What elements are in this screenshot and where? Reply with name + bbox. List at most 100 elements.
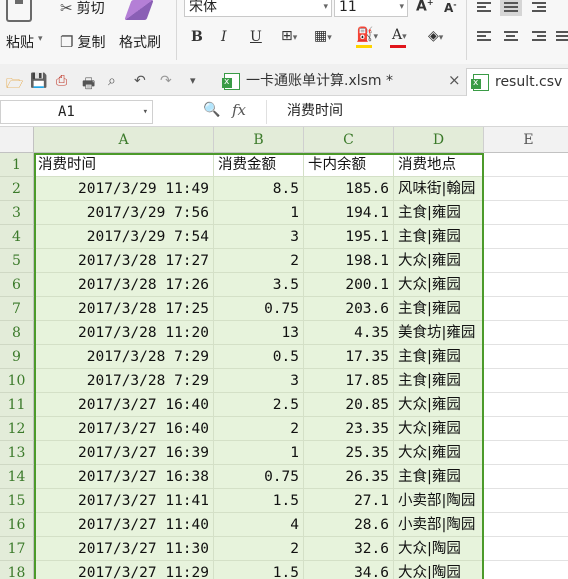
zoom-icon[interactable]: 🔍: [203, 102, 220, 118]
column-header-a[interactable]: A: [34, 127, 214, 153]
table-cell[interactable]: 20.85: [304, 393, 394, 417]
formula-input[interactable]: 消费时间: [266, 100, 568, 124]
table-cell[interactable]: [484, 465, 568, 489]
close-tab-icon[interactable]: ×: [448, 71, 461, 89]
table-cell[interactable]: 2017/3/29 7:56: [34, 201, 214, 225]
bold-button[interactable]: B: [191, 29, 203, 45]
table-cell[interactable]: 大众|雍园: [394, 441, 484, 465]
paste-dropdown-icon[interactable]: ▾: [38, 34, 43, 44]
row-header[interactable]: 4: [0, 225, 34, 249]
table-cell[interactable]: 大众|雍园: [394, 393, 484, 417]
table-cell[interactable]: 风味街|翰园: [394, 177, 484, 201]
align-left-icon[interactable]: [477, 31, 491, 43]
table-cell[interactable]: 2017/3/27 16:40: [34, 393, 214, 417]
column-header-e[interactable]: E: [484, 127, 568, 153]
table-cell[interactable]: 2017/3/27 11:29: [34, 561, 214, 579]
tab-result-csv[interactable]: result.csv: [466, 68, 568, 96]
table-cell[interactable]: 主食|雍园: [394, 297, 484, 321]
table-cell[interactable]: [484, 297, 568, 321]
header-cell[interactable]: 消费时间: [34, 153, 214, 177]
table-cell[interactable]: 2017/3/28 11:20: [34, 321, 214, 345]
table-cell[interactable]: 2017/3/29 11:49: [34, 177, 214, 201]
justify-icon[interactable]: [556, 31, 568, 43]
table-cell[interactable]: 主食|雍园: [394, 201, 484, 225]
table-cell[interactable]: 194.1: [304, 201, 394, 225]
row-header[interactable]: 6: [0, 273, 34, 297]
underline-button[interactable]: U: [250, 29, 262, 45]
align-bottom-icon[interactable]: [532, 2, 546, 14]
table-cell[interactable]: 0.75: [214, 465, 304, 489]
table-cell[interactable]: [484, 321, 568, 345]
paste-button[interactable]: 粘贴: [6, 32, 34, 52]
table-cell[interactable]: 2: [214, 537, 304, 561]
print-icon[interactable]: 🖶: [82, 73, 95, 97]
save-icon[interactable]: 💾: [30, 73, 47, 89]
table-cell[interactable]: 34.6: [304, 561, 394, 579]
row-header[interactable]: 10: [0, 369, 34, 393]
table-cell[interactable]: 23.35: [304, 417, 394, 441]
align-top-icon[interactable]: [477, 2, 491, 14]
table-cell[interactable]: 26.35: [304, 465, 394, 489]
table-cell[interactable]: 2: [214, 417, 304, 441]
font-name-select[interactable]: 宋体 ▾: [184, 0, 332, 17]
table-cell[interactable]: [484, 201, 568, 225]
align-middle-icon[interactable]: [500, 0, 522, 16]
column-header-d[interactable]: D: [394, 127, 484, 153]
fill-pattern-button[interactable]: ▦▾: [314, 28, 332, 44]
table-cell[interactable]: 0.75: [214, 297, 304, 321]
table-cell[interactable]: 大众|陶园: [394, 537, 484, 561]
table-cell[interactable]: 195.1: [304, 225, 394, 249]
table-cell[interactable]: 2017/3/28 17:26: [34, 273, 214, 297]
column-header-b[interactable]: B: [214, 127, 304, 153]
table-cell[interactable]: 2017/3/27 11:40: [34, 513, 214, 537]
table-cell[interactable]: 200.1: [304, 273, 394, 297]
row-header[interactable]: 18: [0, 561, 34, 579]
table-cell[interactable]: 13: [214, 321, 304, 345]
print-preview-icon[interactable]: ⌕: [108, 73, 116, 89]
redo-icon[interactable]: ↷: [160, 73, 172, 89]
open-folder-icon[interactable]: 🗁: [6, 73, 23, 97]
row-header[interactable]: 5: [0, 249, 34, 273]
table-cell[interactable]: [484, 225, 568, 249]
table-cell[interactable]: 2017/3/28 17:27: [34, 249, 214, 273]
table-cell[interactable]: 3.5: [214, 273, 304, 297]
table-cell[interactable]: 2017/3/28 7:29: [34, 345, 214, 369]
customize-toolbar-icon[interactable]: ▾: [190, 74, 196, 87]
row-header[interactable]: 11: [0, 393, 34, 417]
table-cell[interactable]: 大众|陶园: [394, 561, 484, 579]
font-size-select[interactable]: 11 ▾: [334, 0, 408, 17]
table-cell[interactable]: 27.1: [304, 489, 394, 513]
font-color-button[interactable]: A▾: [392, 27, 407, 43]
header-cell[interactable]: 卡内余额: [304, 153, 394, 177]
paste-icon[interactable]: [6, 0, 32, 22]
table-cell[interactable]: [484, 489, 568, 513]
name-box[interactable]: A1 ▾: [0, 100, 153, 124]
table-cell[interactable]: 1.5: [214, 489, 304, 513]
table-cell[interactable]: 1: [214, 201, 304, 225]
table-cell[interactable]: 17.85: [304, 369, 394, 393]
table-cell[interactable]: 4: [214, 513, 304, 537]
row-header[interactable]: 17: [0, 537, 34, 561]
row-header[interactable]: 13: [0, 441, 34, 465]
table-cell[interactable]: 3: [214, 225, 304, 249]
table-cell[interactable]: 大众|雍园: [394, 273, 484, 297]
clear-format-button[interactable]: ◈▾: [428, 28, 443, 44]
row-header[interactable]: 2: [0, 177, 34, 201]
align-right-icon[interactable]: [532, 31, 546, 43]
table-cell[interactable]: [484, 537, 568, 561]
table-cell[interactable]: 3: [214, 369, 304, 393]
table-cell[interactable]: 2017/3/27 16:40: [34, 417, 214, 441]
table-cell[interactable]: 17.35: [304, 345, 394, 369]
table-cell[interactable]: 0.5: [214, 345, 304, 369]
table-cell[interactable]: 1.5: [214, 561, 304, 579]
row-header[interactable]: 14: [0, 465, 34, 489]
cut-button[interactable]: ✂ 剪切: [60, 0, 105, 18]
row-header[interactable]: 16: [0, 513, 34, 537]
insert-function-button[interactable]: fx: [232, 101, 246, 119]
table-cell[interactable]: [484, 417, 568, 441]
table-cell[interactable]: 4.35: [304, 321, 394, 345]
table-cell[interactable]: [484, 561, 568, 579]
column-header-c[interactable]: C: [304, 127, 394, 153]
table-cell[interactable]: [484, 177, 568, 201]
table-cell[interactable]: 大众|雍园: [394, 417, 484, 441]
